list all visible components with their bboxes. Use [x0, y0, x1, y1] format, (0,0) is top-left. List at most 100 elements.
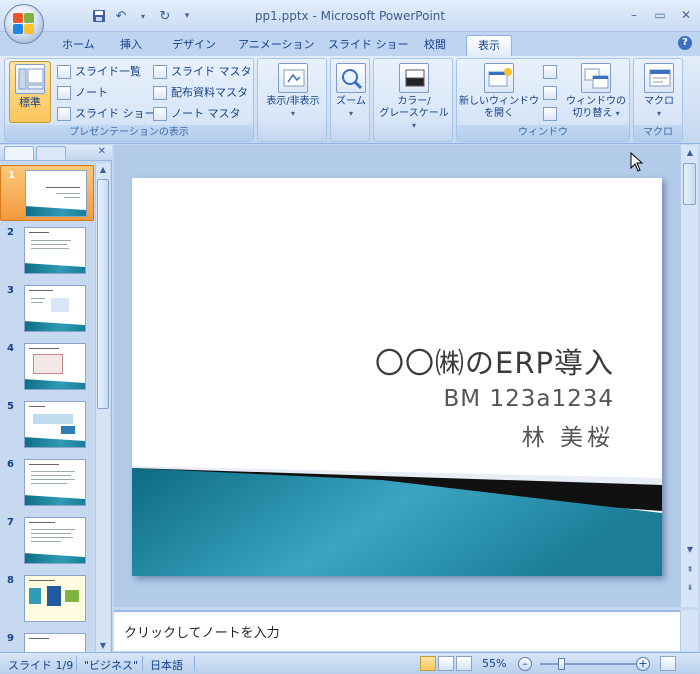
slide-canvas[interactable]: 〇〇㈱のERP導入 BM 123a1234 林 美桜	[132, 178, 662, 576]
thumbnail-item[interactable]: 4	[0, 339, 94, 395]
new-window-button[interactable]: 新しいウィンドウ を開く	[459, 61, 539, 120]
thumbnail-item[interactable]: 8	[0, 571, 94, 627]
thumbnail-item[interactable]: 9	[0, 629, 94, 653]
slide-counter: スライド 1/9	[8, 659, 74, 672]
slide-sorter-label: スライド一覧	[75, 65, 141, 78]
notes-page-label: ノート	[75, 86, 108, 99]
thumbnail-number: 1	[8, 170, 15, 181]
slide-thumbnail	[24, 575, 86, 622]
notes-master-icon	[153, 107, 167, 121]
slide-show-button[interactable]: スライド ショー	[57, 105, 156, 123]
color-grayscale-button[interactable]: カラー/ グレースケール ▾	[376, 61, 452, 132]
chevron-down-icon: ▾	[290, 109, 295, 118]
slide-sorter-icon	[57, 65, 71, 79]
office-button[interactable]	[4, 4, 44, 44]
slide-thumbnail	[24, 227, 86, 274]
slides-tab[interactable]	[4, 146, 34, 160]
chevron-down-icon: ▾	[615, 109, 620, 118]
color-grayscale-line1: カラー/	[397, 96, 431, 107]
show-hide-button[interactable]: 表示/非表示 ▾	[260, 61, 326, 120]
switch-window-line1: ウィンドウの	[566, 96, 626, 107]
normal-view-icon[interactable]	[420, 656, 436, 671]
thumbnail-number: 8	[7, 575, 14, 586]
window-controls: – ▭ ✕	[626, 7, 694, 23]
zoom-level[interactable]: 55%	[482, 657, 506, 670]
help-icon[interactable]: ?	[678, 36, 692, 50]
close-button[interactable]: ✕	[678, 7, 694, 23]
notes-master-label: ノート マスタ	[171, 107, 241, 120]
thumbnail-item[interactable]: 7	[0, 513, 94, 569]
slide-master-label: スライド マスタ	[171, 65, 252, 78]
color-grayscale-line2: グレースケール	[379, 108, 449, 119]
new-window-icon	[484, 63, 514, 93]
slide-master-button[interactable]: スライド マスタ	[153, 63, 252, 81]
tab-design[interactable]: デザイン	[166, 35, 222, 56]
cascade-button[interactable]	[543, 84, 557, 102]
slide-title[interactable]: 〇〇㈱のERP導入	[375, 340, 614, 382]
zoom-button[interactable]: ズーム ▾	[333, 61, 369, 120]
scroll-up-icon[interactable]: ▲	[98, 165, 108, 175]
slide-sorter-icon[interactable]	[438, 656, 454, 671]
thumbnail-item[interactable]: 3	[0, 281, 94, 337]
move-split-icon	[543, 107, 557, 121]
tab-home[interactable]: ホーム	[56, 35, 101, 56]
scroll-down-icon[interactable]: ▼	[98, 641, 108, 651]
tab-view[interactable]: 表示	[466, 35, 512, 56]
slide-scrollbar[interactable]: ▲ ▼ ⇞ ⇟	[680, 145, 698, 607]
zoom-in-icon[interactable]: +	[636, 657, 650, 671]
notes-pane[interactable]: クリックしてノートを入力	[114, 610, 680, 651]
zoom-slider-handle[interactable]	[558, 658, 565, 670]
arrange-all-icon	[543, 65, 557, 79]
arrange-all-button[interactable]	[543, 63, 557, 81]
normal-view-button[interactable]: 標準	[9, 61, 51, 123]
slide-author[interactable]: 林 美桜	[522, 418, 614, 452]
fit-to-window-icon[interactable]	[660, 656, 676, 671]
tab-slideshow[interactable]: スライド ショー	[322, 35, 415, 56]
thumbnail-item[interactable]: 1	[0, 165, 94, 221]
minimize-button[interactable]: –	[626, 7, 642, 23]
tab-review[interactable]: 校閲	[418, 35, 452, 56]
chevron-down-icon: ▾	[656, 109, 661, 118]
notes-master-button[interactable]: ノート マスタ	[153, 105, 241, 123]
new-window-line1: 新しいウィンドウ	[459, 96, 539, 107]
switch-window-button[interactable]: ウィンドウの 切り替え ▾	[563, 61, 629, 120]
macro-button[interactable]: マクロ ▾	[636, 61, 682, 120]
move-split-button[interactable]	[543, 105, 557, 123]
zoom-label: ズーム	[336, 96, 366, 107]
slide-show-label: スライド ショー	[75, 107, 156, 120]
maximize-button[interactable]: ▭	[652, 7, 668, 23]
outline-tab[interactable]	[36, 146, 66, 160]
group-zoom: ズーム ▾	[330, 58, 370, 142]
previous-slide-icon[interactable]: ⇞	[685, 565, 695, 575]
slide-thumbnail	[24, 401, 86, 448]
thumbnail-item[interactable]: 2	[0, 223, 94, 279]
thumbnail-item[interactable]: 5	[0, 397, 94, 453]
slide-show-icon[interactable]	[456, 656, 472, 671]
scrollbar-thumb[interactable]	[97, 179, 109, 409]
close-icon[interactable]: ✕	[98, 146, 106, 157]
tab-insert[interactable]: 挿入	[114, 35, 148, 56]
thumbnail-scrollbar[interactable]: ▲ ▼	[95, 163, 110, 653]
language-indicator[interactable]: 日本語	[150, 657, 183, 673]
next-slide-icon[interactable]: ⇟	[685, 583, 695, 593]
tab-animations[interactable]: アニメーション	[232, 35, 321, 56]
scroll-up-icon[interactable]: ▲	[685, 148, 695, 158]
thumbnail-item[interactable]: 6	[0, 455, 94, 511]
group-presentation-views: 標準 スライド一覧 ノート スライド ショー スライド マスタ 配布資料マスタ …	[4, 58, 254, 142]
thumbnail-list: 1 2 3 4 5 6 7 8 9	[0, 163, 94, 653]
scroll-down-icon[interactable]: ▼	[685, 545, 695, 555]
notes-placeholder[interactable]: クリックしてノートを入力	[124, 622, 280, 641]
slide-subtitle[interactable]: BM 123a1234	[444, 386, 614, 412]
notes-scrollbar[interactable]	[680, 610, 698, 651]
slide-thumbnail	[24, 285, 86, 332]
zoom-slider-track[interactable]	[540, 663, 636, 665]
group-label-presentation-views: プレゼンテーションの表示	[5, 125, 253, 141]
handout-master-icon	[153, 86, 167, 100]
slide-thumbnail	[24, 459, 86, 506]
zoom-out-icon[interactable]: –	[518, 657, 532, 671]
scrollbar-thumb[interactable]	[683, 163, 696, 205]
notes-page-button[interactable]: ノート	[57, 84, 108, 102]
handout-master-button[interactable]: 配布資料マスタ	[153, 84, 248, 102]
group-show-hide: 表示/非表示 ▾	[257, 58, 327, 142]
slide-sorter-button[interactable]: スライド一覧	[57, 63, 141, 81]
